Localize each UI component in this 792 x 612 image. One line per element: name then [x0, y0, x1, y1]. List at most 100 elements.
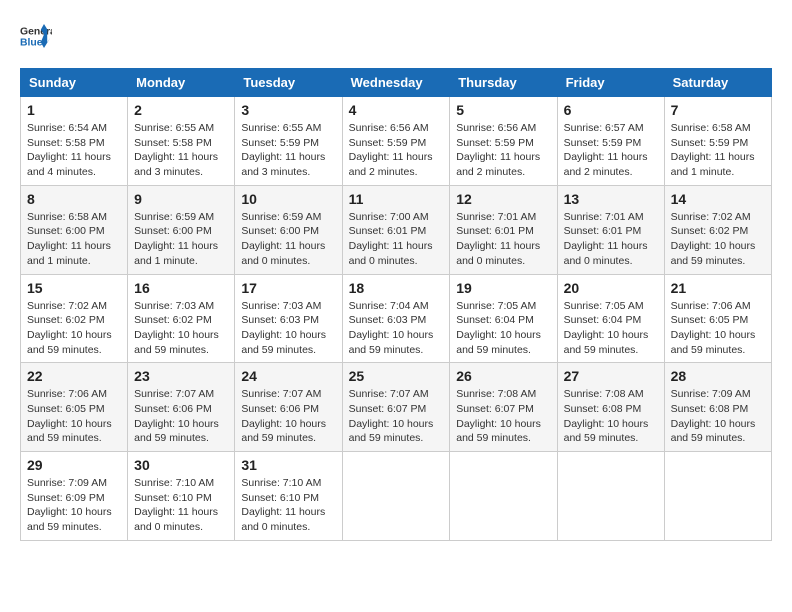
day-info: Sunrise: 7:08 AMSunset: 6:07 PMDaylight:…	[456, 387, 550, 446]
day-info: Sunrise: 7:05 AMSunset: 6:04 PMDaylight:…	[456, 299, 550, 358]
day-number: 7	[671, 102, 765, 118]
calendar-cell: 9 Sunrise: 6:59 AMSunset: 6:00 PMDayligh…	[128, 185, 235, 274]
day-info: Sunrise: 7:02 AMSunset: 6:02 PMDaylight:…	[671, 210, 765, 269]
calendar-cell: 30 Sunrise: 7:10 AMSunset: 6:10 PMDaylig…	[128, 452, 235, 541]
day-info: Sunrise: 6:55 AMSunset: 5:59 PMDaylight:…	[241, 121, 335, 180]
calendar-cell: 16 Sunrise: 7:03 AMSunset: 6:02 PMDaylig…	[128, 274, 235, 363]
day-number: 22	[27, 368, 121, 384]
calendar-cell: 20 Sunrise: 7:05 AMSunset: 6:04 PMDaylig…	[557, 274, 664, 363]
svg-text:Blue: Blue	[20, 38, 43, 49]
day-info: Sunrise: 7:08 AMSunset: 6:08 PMDaylight:…	[564, 387, 658, 446]
day-number: 5	[456, 102, 550, 118]
day-info: Sunrise: 7:09 AMSunset: 6:08 PMDaylight:…	[671, 387, 765, 446]
day-info: Sunrise: 6:56 AMSunset: 5:59 PMDaylight:…	[456, 121, 550, 180]
calendar-cell: 4 Sunrise: 6:56 AMSunset: 5:59 PMDayligh…	[342, 97, 450, 186]
day-number: 23	[134, 368, 228, 384]
day-info: Sunrise: 7:06 AMSunset: 6:05 PMDaylight:…	[671, 299, 765, 358]
day-info: Sunrise: 7:03 AMSunset: 6:03 PMDaylight:…	[241, 299, 335, 358]
day-info: Sunrise: 7:05 AMSunset: 6:04 PMDaylight:…	[564, 299, 658, 358]
day-info: Sunrise: 7:03 AMSunset: 6:02 PMDaylight:…	[134, 299, 228, 358]
calendar-cell: 23 Sunrise: 7:07 AMSunset: 6:06 PMDaylig…	[128, 363, 235, 452]
page-header: General Blue	[20, 20, 772, 52]
calendar-cell: 29 Sunrise: 7:09 AMSunset: 6:09 PMDaylig…	[21, 452, 128, 541]
calendar-cell: 26 Sunrise: 7:08 AMSunset: 6:07 PMDaylig…	[450, 363, 557, 452]
calendar-cell: 28 Sunrise: 7:09 AMSunset: 6:08 PMDaylig…	[664, 363, 771, 452]
day-number: 3	[241, 102, 335, 118]
day-info: Sunrise: 7:06 AMSunset: 6:05 PMDaylight:…	[27, 387, 121, 446]
calendar-cell	[664, 452, 771, 541]
day-number: 21	[671, 280, 765, 296]
calendar-cell: 2 Sunrise: 6:55 AMSunset: 5:58 PMDayligh…	[128, 97, 235, 186]
day-number: 6	[564, 102, 658, 118]
day-number: 13	[564, 191, 658, 207]
calendar-cell	[342, 452, 450, 541]
calendar-cell: 6 Sunrise: 6:57 AMSunset: 5:59 PMDayligh…	[557, 97, 664, 186]
calendar-cell: 13 Sunrise: 7:01 AMSunset: 6:01 PMDaylig…	[557, 185, 664, 274]
day-info: Sunrise: 6:54 AMSunset: 5:58 PMDaylight:…	[27, 121, 121, 180]
day-number: 28	[671, 368, 765, 384]
calendar-cell: 21 Sunrise: 7:06 AMSunset: 6:05 PMDaylig…	[664, 274, 771, 363]
logo-icon: General Blue	[20, 20, 52, 52]
day-number: 1	[27, 102, 121, 118]
calendar-cell: 1 Sunrise: 6:54 AMSunset: 5:58 PMDayligh…	[21, 97, 128, 186]
day-number: 26	[456, 368, 550, 384]
day-number: 29	[27, 457, 121, 473]
day-number: 15	[27, 280, 121, 296]
day-number: 16	[134, 280, 228, 296]
calendar-cell: 10 Sunrise: 6:59 AMSunset: 6:00 PMDaylig…	[235, 185, 342, 274]
calendar-cell: 12 Sunrise: 7:01 AMSunset: 6:01 PMDaylig…	[450, 185, 557, 274]
calendar-cell: 15 Sunrise: 7:02 AMSunset: 6:02 PMDaylig…	[21, 274, 128, 363]
calendar-cell: 14 Sunrise: 7:02 AMSunset: 6:02 PMDaylig…	[664, 185, 771, 274]
day-info: Sunrise: 6:58 AMSunset: 6:00 PMDaylight:…	[27, 210, 121, 269]
calendar-cell: 19 Sunrise: 7:05 AMSunset: 6:04 PMDaylig…	[450, 274, 557, 363]
day-info: Sunrise: 7:07 AMSunset: 6:06 PMDaylight:…	[134, 387, 228, 446]
day-info: Sunrise: 6:58 AMSunset: 5:59 PMDaylight:…	[671, 121, 765, 180]
day-info: Sunrise: 7:01 AMSunset: 6:01 PMDaylight:…	[456, 210, 550, 269]
weekday-header-tuesday: Tuesday	[235, 69, 342, 97]
day-info: Sunrise: 7:00 AMSunset: 6:01 PMDaylight:…	[349, 210, 444, 269]
day-number: 2	[134, 102, 228, 118]
calendar-cell: 22 Sunrise: 7:06 AMSunset: 6:05 PMDaylig…	[21, 363, 128, 452]
day-number: 10	[241, 191, 335, 207]
weekday-header-sunday: Sunday	[21, 69, 128, 97]
weekday-header-monday: Monday	[128, 69, 235, 97]
day-info: Sunrise: 7:09 AMSunset: 6:09 PMDaylight:…	[27, 476, 121, 535]
day-number: 31	[241, 457, 335, 473]
day-number: 20	[564, 280, 658, 296]
calendar-cell	[557, 452, 664, 541]
day-number: 17	[241, 280, 335, 296]
day-number: 18	[349, 280, 444, 296]
day-info: Sunrise: 7:10 AMSunset: 6:10 PMDaylight:…	[134, 476, 228, 535]
weekday-header-saturday: Saturday	[664, 69, 771, 97]
day-number: 24	[241, 368, 335, 384]
day-number: 12	[456, 191, 550, 207]
calendar-cell: 11 Sunrise: 7:00 AMSunset: 6:01 PMDaylig…	[342, 185, 450, 274]
weekday-header-row: SundayMondayTuesdayWednesdayThursdayFrid…	[21, 69, 772, 97]
calendar-cell: 3 Sunrise: 6:55 AMSunset: 5:59 PMDayligh…	[235, 97, 342, 186]
day-info: Sunrise: 7:04 AMSunset: 6:03 PMDaylight:…	[349, 299, 444, 358]
calendar-table: SundayMondayTuesdayWednesdayThursdayFrid…	[20, 68, 772, 541]
logo: General Blue	[20, 20, 52, 52]
day-info: Sunrise: 7:01 AMSunset: 6:01 PMDaylight:…	[564, 210, 658, 269]
day-info: Sunrise: 7:10 AMSunset: 6:10 PMDaylight:…	[241, 476, 335, 535]
weekday-header-friday: Friday	[557, 69, 664, 97]
calendar-cell: 24 Sunrise: 7:07 AMSunset: 6:06 PMDaylig…	[235, 363, 342, 452]
day-number: 25	[349, 368, 444, 384]
calendar-cell: 8 Sunrise: 6:58 AMSunset: 6:00 PMDayligh…	[21, 185, 128, 274]
day-number: 9	[134, 191, 228, 207]
day-number: 4	[349, 102, 444, 118]
day-info: Sunrise: 7:07 AMSunset: 6:07 PMDaylight:…	[349, 387, 444, 446]
calendar-cell: 17 Sunrise: 7:03 AMSunset: 6:03 PMDaylig…	[235, 274, 342, 363]
week-row-2: 8 Sunrise: 6:58 AMSunset: 6:00 PMDayligh…	[21, 185, 772, 274]
day-number: 14	[671, 191, 765, 207]
day-info: Sunrise: 6:59 AMSunset: 6:00 PMDaylight:…	[241, 210, 335, 269]
day-number: 8	[27, 191, 121, 207]
day-info: Sunrise: 6:57 AMSunset: 5:59 PMDaylight:…	[564, 121, 658, 180]
week-row-3: 15 Sunrise: 7:02 AMSunset: 6:02 PMDaylig…	[21, 274, 772, 363]
calendar-cell: 25 Sunrise: 7:07 AMSunset: 6:07 PMDaylig…	[342, 363, 450, 452]
calendar-cell: 31 Sunrise: 7:10 AMSunset: 6:10 PMDaylig…	[235, 452, 342, 541]
calendar-cell: 7 Sunrise: 6:58 AMSunset: 5:59 PMDayligh…	[664, 97, 771, 186]
day-info: Sunrise: 6:59 AMSunset: 6:00 PMDaylight:…	[134, 210, 228, 269]
weekday-header-thursday: Thursday	[450, 69, 557, 97]
week-row-5: 29 Sunrise: 7:09 AMSunset: 6:09 PMDaylig…	[21, 452, 772, 541]
